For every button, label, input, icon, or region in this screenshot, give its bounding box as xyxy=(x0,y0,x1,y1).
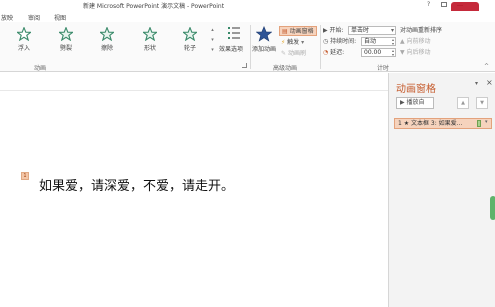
animation-list-item-label: 1 ★ 文本框 3: 如果爱... xyxy=(398,120,463,127)
animation-pane-icon: ▤ xyxy=(282,28,288,35)
add-animation-star-icon xyxy=(256,26,272,42)
play-icon: ▶ xyxy=(400,99,405,106)
add-animation-button[interactable]: 添加动画 xyxy=(251,26,277,62)
move-earlier-button[interactable]: ▲ 向前移动 xyxy=(400,37,431,46)
spinner-icon: ▴ ▾ xyxy=(391,37,394,46)
move-up-button[interactable]: ▲ xyxy=(457,97,469,109)
scrollbar-handle[interactable] xyxy=(490,196,495,220)
tab-view[interactable]: 视图 xyxy=(54,13,66,22)
effect-options-label: 效果选项 xyxy=(219,46,244,53)
gallery-more-icon[interactable]: ▾ xyxy=(209,47,216,56)
arrow-down-icon: ▼ xyxy=(400,49,405,56)
start-select[interactable]: 单击时 ▾ xyxy=(348,26,396,35)
timing-bar-icon xyxy=(477,120,481,127)
animation-split-label: 劈裂 xyxy=(59,45,72,52)
duration-value: 自动 xyxy=(364,38,377,45)
start-label: 开始: xyxy=(329,27,344,34)
spinner-icon: ▴ ▾ xyxy=(391,48,394,57)
move-later-button[interactable]: ▼ 向后移动 xyxy=(400,48,431,57)
duration-input[interactable]: 自动 ▴ ▾ xyxy=(361,37,396,46)
reorder-animation-label: 对动画重新排序 xyxy=(400,27,443,34)
delay-value: 00.00 xyxy=(364,49,382,56)
item-dropdown-icon[interactable]: ▾ xyxy=(485,119,488,125)
arrow-up-icon: ▲ xyxy=(400,38,405,45)
move-earlier-label: 向前移动 xyxy=(406,38,431,45)
ribbon-display-options-icon[interactable] xyxy=(441,2,447,7)
chevron-down-icon: ▾ xyxy=(390,27,394,34)
ribbon-tab-bar: 放映 审阅 视图 xyxy=(0,11,495,22)
animation-float-in-button[interactable]: 浮入 xyxy=(10,27,38,55)
delay-row: ◔ 延迟: xyxy=(323,48,344,57)
animation-split-button[interactable]: 劈裂 xyxy=(52,27,80,55)
animation-painter-label: 动画刷 xyxy=(287,50,306,57)
slide-text-box[interactable]: 如果爱，请深爱，不爱，请走开。 xyxy=(39,175,234,194)
wheel-star-icon xyxy=(183,27,197,41)
start-select-value: 单击时 xyxy=(351,27,370,34)
trigger-label: 触发 xyxy=(287,39,300,46)
close-icon[interactable]: × xyxy=(486,78,493,87)
delay-clock-icon: ◔ xyxy=(323,49,329,56)
animation-dialog-launcher-icon[interactable] xyxy=(242,63,247,68)
chevron-down-icon: ▾ xyxy=(301,39,305,46)
animation-sequence-badge[interactable]: 1 xyxy=(21,172,29,180)
start-row: ▶ 开始: xyxy=(323,26,344,35)
gallery-scroll-down-icon[interactable]: ▾ xyxy=(209,37,216,46)
animation-pane-button[interactable]: ▤ 动画窗格 xyxy=(279,26,317,36)
add-animation-label: 添加动画 xyxy=(251,46,276,53)
play-from-button[interactable]: ▶ 播放自 xyxy=(396,97,434,109)
animation-pane-button-label: 动画窗格 xyxy=(289,28,314,35)
move-later-label: 向后移动 xyxy=(406,49,431,56)
tab-slideshow[interactable]: 放映 xyxy=(1,13,13,22)
animation-pane-title: 动画窗格 xyxy=(396,84,436,95)
play-icon: ▶ xyxy=(323,27,328,34)
shape-star-icon xyxy=(143,27,157,41)
lightning-icon: ⚡ xyxy=(281,39,286,46)
animation-wipe-label: 擦除 xyxy=(100,45,113,52)
group-label-timing: 计时 xyxy=(377,65,390,72)
wipe-star-icon xyxy=(100,27,114,41)
help-button[interactable]: ? xyxy=(427,1,430,8)
paintbrush-icon: ✎ xyxy=(281,50,287,57)
tab-review[interactable]: 审阅 xyxy=(28,13,40,22)
group-label-advanced-animation: 高级动画 xyxy=(273,65,298,72)
title-bar: 新建 Microsoft PowerPoint 演示文稿 - PowerPoin… xyxy=(0,0,495,20)
window-title: 新建 Microsoft PowerPoint 演示文稿 - PowerPoin… xyxy=(83,3,225,10)
animation-painter-button[interactable]: ✎ 动画刷 xyxy=(281,49,306,58)
duration-row: ◷ 持续时间: xyxy=(323,37,356,46)
float-in-star-icon xyxy=(17,27,31,41)
animation-wheel-button[interactable]: 轮子 xyxy=(176,27,204,55)
gallery-scroll-up-icon[interactable]: ▴ xyxy=(209,27,216,36)
animation-shape-label: 形状 xyxy=(143,45,156,52)
pane-options-icon[interactable]: ▾ xyxy=(475,80,478,87)
group-label-animation: 动画 xyxy=(34,65,47,72)
duration-label: 持续时间: xyxy=(330,38,357,45)
animation-wheel-label: 轮子 xyxy=(183,45,196,52)
trigger-button[interactable]: ⚡ 触发 ▾ xyxy=(281,38,304,47)
animation-float-in-label: 浮入 xyxy=(17,45,30,52)
collapse-ribbon-icon[interactable]: ^ xyxy=(484,63,489,70)
delay-input[interactable]: 00.00 ▴ ▾ xyxy=(361,48,396,57)
clock-icon: ◷ xyxy=(323,38,329,45)
group-separator xyxy=(320,25,321,69)
effect-options-button[interactable]: 效果选项 xyxy=(219,26,249,60)
slide-top-edge xyxy=(0,90,388,91)
delay-label: 延迟: xyxy=(330,49,345,56)
effect-options-icon xyxy=(228,27,240,39)
animation-pane: 动画窗格 ▾ × ▶ 播放自 ▲ ▼ 1 ★ 文本框 3: 如果爱... ▾ xyxy=(388,73,495,307)
play-from-label: 播放自 xyxy=(406,99,425,106)
split-star-icon xyxy=(59,27,73,41)
animation-shape-button[interactable]: 形状 xyxy=(136,27,164,55)
animation-wipe-button[interactable]: 擦除 xyxy=(93,27,121,55)
move-down-button[interactable]: ▼ xyxy=(476,97,488,109)
